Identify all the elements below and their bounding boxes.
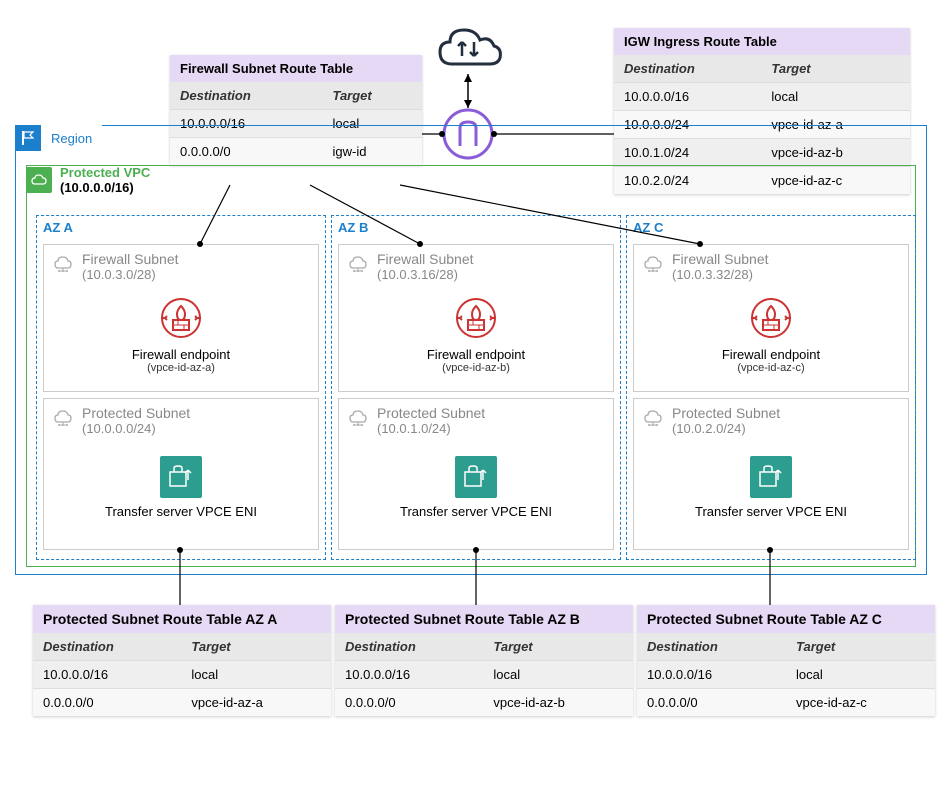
vpce-eni-icon <box>160 456 202 498</box>
col-target: Target <box>761 55 910 83</box>
subnet-name: Firewall Subnet <box>82 251 179 267</box>
subnet-cidr: (10.0.3.16/28) <box>377 267 474 282</box>
subnet-cidr: (10.0.2.0/24) <box>672 421 780 436</box>
subnet-cidr: (10.0.3.0/28) <box>82 267 179 282</box>
vpce-label: Transfer server VPCE ENI <box>634 504 908 519</box>
firewall-endpoint-label: Firewall endpoint <box>634 347 908 362</box>
firewall-icon <box>634 296 908 343</box>
protected-subnet-route-table-a: Protected Subnet Route Table AZ A Destin… <box>33 605 331 716</box>
table-title: IGW Ingress Route Table <box>614 28 910 55</box>
subnet-name: Protected Subnet <box>672 405 780 421</box>
region-label: Region <box>41 131 102 146</box>
subnet-name: Firewall Subnet <box>377 251 474 267</box>
subnet-icon <box>345 405 371 431</box>
table-row: 10.0.0.0/16local <box>637 661 935 689</box>
firewall-subnet-c: Firewall Subnet(10.0.3.32/28) Firewall e… <box>633 244 909 392</box>
subnet-name: Protected Subnet <box>82 405 190 421</box>
az-a-box: AZ A Firewall Subnet(10.0.3.0/28) Firewa… <box>36 215 326 560</box>
col-destination: Destination <box>335 633 483 661</box>
protected-subnet-c: Protected Subnet(10.0.2.0/24) Transfer s… <box>633 398 909 550</box>
subnet-icon <box>50 405 76 431</box>
table-title: Protected Subnet Route Table AZ B <box>335 605 633 633</box>
vpc-tab: Protected VPC (10.0.0.0/16) <box>26 165 158 195</box>
vpc-cidr: (10.0.0.0/16) <box>60 180 150 195</box>
firewall-icon <box>44 296 318 343</box>
table-row: 10.0.0.0/16local <box>614 83 910 111</box>
subnet-icon <box>640 405 666 431</box>
col-destination: Destination <box>637 633 786 661</box>
col-target: Target <box>322 82 422 110</box>
vpc-name: Protected VPC <box>60 165 150 180</box>
firewall-endpoint-label: Firewall endpoint <box>44 347 318 362</box>
az-label: AZ B <box>332 216 620 239</box>
subnet-name: Firewall Subnet <box>672 251 769 267</box>
subnet-cidr: (10.0.3.32/28) <box>672 267 769 282</box>
protected-subnet-route-table-b: Protected Subnet Route Table AZ B Destin… <box>335 605 633 716</box>
col-target: Target <box>181 633 331 661</box>
col-destination: Destination <box>33 633 181 661</box>
table-row: 0.0.0.0/0vpce-id-az-c <box>637 689 935 717</box>
vpce-label: Transfer server VPCE ENI <box>339 504 613 519</box>
subnet-cidr: (10.0.1.0/24) <box>377 421 485 436</box>
table-title: Firewall Subnet Route Table <box>170 55 422 82</box>
col-destination: Destination <box>170 82 322 110</box>
firewall-subnet-b: Firewall Subnet(10.0.3.16/28) Firewall e… <box>338 244 614 392</box>
region-flag-icon <box>15 125 41 151</box>
table-row: 0.0.0.0/0vpce-id-az-b <box>335 689 633 717</box>
az-label: AZ A <box>37 216 325 239</box>
cloud-icon <box>432 22 504 77</box>
vpce-eni-icon <box>455 456 497 498</box>
col-destination: Destination <box>614 55 761 83</box>
firewall-subnet-a: Firewall Subnet(10.0.3.0/28) Firewall en… <box>43 244 319 392</box>
col-target: Target <box>786 633 935 661</box>
subnet-icon <box>50 251 76 277</box>
az-label: AZ C <box>627 216 915 239</box>
firewall-endpoint-id: (vpce-id-az-c) <box>634 362 908 374</box>
vpce-label: Transfer server VPCE ENI <box>44 504 318 519</box>
az-b-box: AZ B Firewall Subnet(10.0.3.16/28) Firew… <box>331 215 621 560</box>
firewall-icon <box>339 296 613 343</box>
protected-subnet-b: Protected Subnet(10.0.1.0/24) Transfer s… <box>338 398 614 550</box>
subnet-cidr: (10.0.0.0/24) <box>82 421 190 436</box>
az-c-box: AZ C Firewall Subnet(10.0.3.32/28) Firew… <box>626 215 916 560</box>
table-row: 10.0.0.0/16local <box>33 661 331 689</box>
region-tab: Region <box>15 125 102 151</box>
firewall-endpoint-id: (vpce-id-az-a) <box>44 362 318 374</box>
table-row: 10.0.0.0/16local <box>335 661 633 689</box>
subnet-icon <box>640 251 666 277</box>
protected-subnet-route-table-c: Protected Subnet Route Table AZ C Destin… <box>637 605 935 716</box>
table-title: Protected Subnet Route Table AZ C <box>637 605 935 633</box>
protected-subnet-a: Protected Subnet(10.0.0.0/24) Transfer s… <box>43 398 319 550</box>
subnet-icon <box>345 251 371 277</box>
firewall-endpoint-label: Firewall endpoint <box>339 347 613 362</box>
vpce-eni-icon <box>750 456 792 498</box>
subnet-name: Protected Subnet <box>377 405 485 421</box>
table-title: Protected Subnet Route Table AZ A <box>33 605 331 633</box>
vpc-cloud-icon <box>26 167 52 193</box>
firewall-endpoint-id: (vpce-id-az-b) <box>339 362 613 374</box>
table-row: 0.0.0.0/0vpce-id-az-a <box>33 689 331 717</box>
col-target: Target <box>483 633 633 661</box>
